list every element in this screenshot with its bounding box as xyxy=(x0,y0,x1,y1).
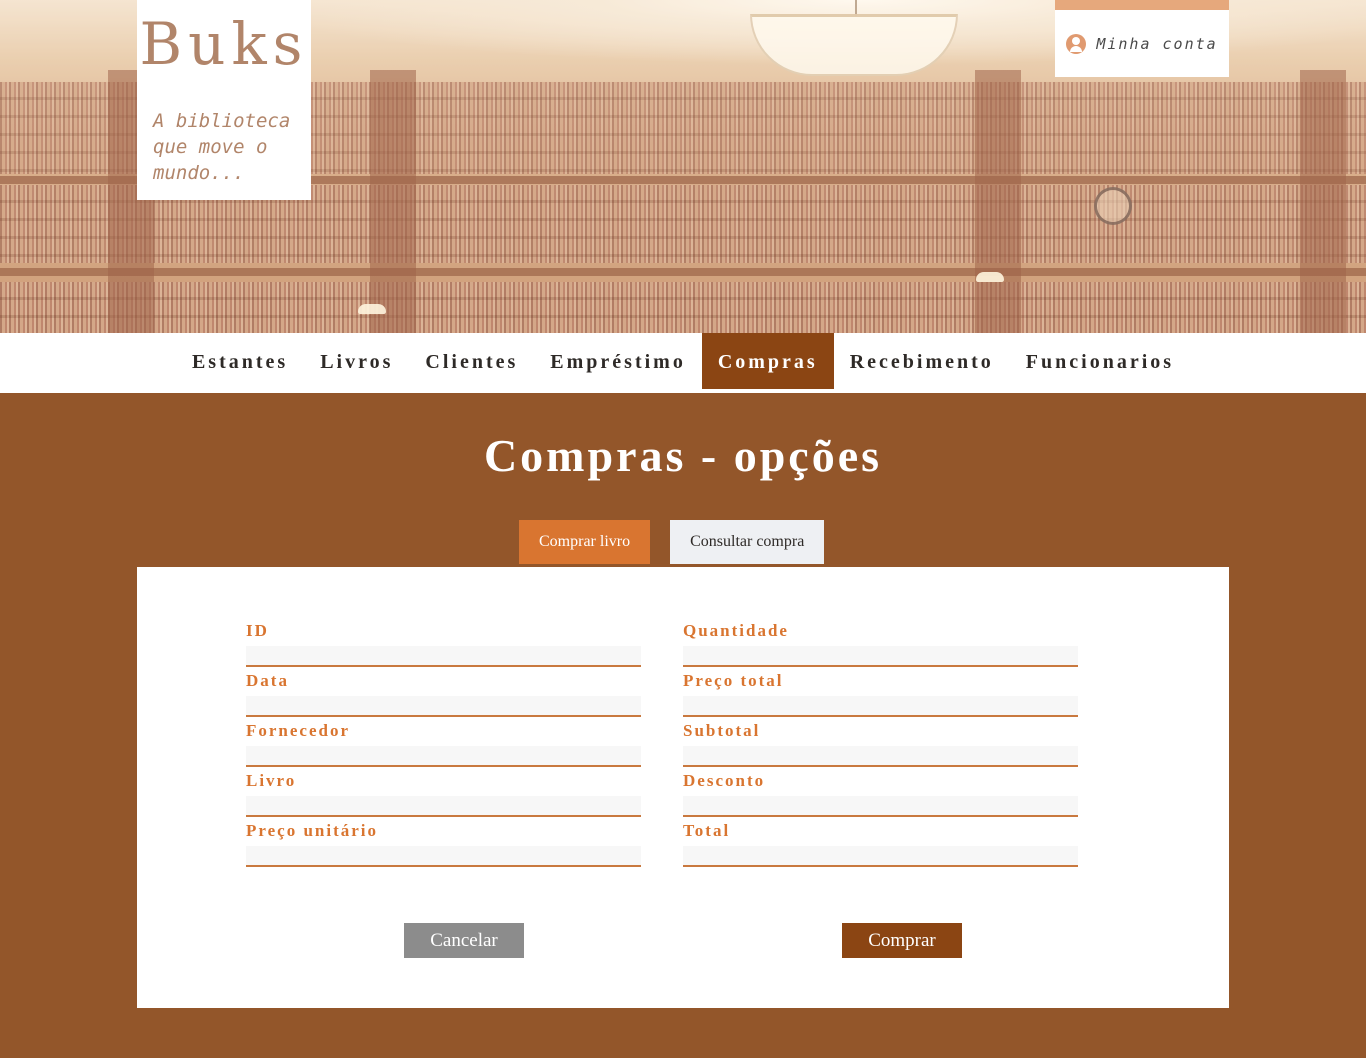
field-preco-unitario: Preço unitário xyxy=(246,821,641,871)
my-account-button[interactable]: Minha conta xyxy=(1055,0,1229,77)
total-input[interactable] xyxy=(683,846,1078,867)
subtotal-input[interactable] xyxy=(683,746,1078,767)
form-column-left: ID Data Fornecedor Livro Preço unitário xyxy=(246,621,641,871)
date-input[interactable] xyxy=(246,696,641,717)
nav-item-emprestimo[interactable]: Empréstimo xyxy=(534,333,702,389)
cancel-button[interactable]: Cancelar xyxy=(404,923,524,958)
field-livro: Livro xyxy=(246,771,641,821)
field-total: Total xyxy=(683,821,1078,871)
brand-tagline: A biblioteca que move o mundo... xyxy=(153,110,291,184)
nav-item-compras[interactable]: Compras xyxy=(701,333,834,389)
field-label-quantidade: Quantidade xyxy=(683,621,789,640)
field-preco-total: Preço total xyxy=(683,671,1078,721)
nav-item-recebimento[interactable]: Recebimento xyxy=(834,333,1010,389)
field-label-subtotal: Subtotal xyxy=(683,721,761,740)
main-nav: Estantes Livros Clientes Empréstimo Comp… xyxy=(0,333,1366,393)
brand-name: Buks xyxy=(139,10,309,78)
supplier-input[interactable] xyxy=(246,746,641,767)
total-price-input[interactable] xyxy=(683,696,1078,717)
book-input[interactable] xyxy=(246,796,641,817)
purchase-form-card: ID Data Fornecedor Livro Preço unitário xyxy=(137,567,1229,1008)
field-label-data: Data xyxy=(246,671,289,690)
purchase-tabs: Comprar livro Consultar compra xyxy=(519,520,825,564)
field-label-id: ID xyxy=(246,621,269,640)
nav-item-funcionarios[interactable]: Funcionarios xyxy=(1010,333,1190,389)
field-data: Data xyxy=(246,671,641,721)
user-circle-icon xyxy=(1066,33,1087,54)
tab-comprar-livro[interactable]: Comprar livro xyxy=(519,520,651,564)
id-input[interactable] xyxy=(246,646,641,667)
field-label-fornecedor: Fornecedor xyxy=(246,721,351,740)
field-label-desconto: Desconto xyxy=(683,771,766,790)
page-title: Compras - opções xyxy=(483,430,883,481)
buy-button[interactable]: Comprar xyxy=(842,923,962,958)
quantity-input[interactable] xyxy=(683,646,1078,667)
form-column-right: Quantidade Preço total Subtotal Desconto… xyxy=(683,621,1078,871)
field-desconto: Desconto xyxy=(683,771,1078,821)
brand-logo-box[interactable]: Buks A biblioteca que move o mundo... xyxy=(137,0,311,200)
field-label-total: Total xyxy=(683,821,731,840)
nav-item-livros[interactable]: Livros xyxy=(304,333,409,389)
nav-item-estantes[interactable]: Estantes xyxy=(176,333,304,389)
field-label-preco-total: Preço total xyxy=(683,671,784,690)
field-fornecedor: Fornecedor xyxy=(246,721,641,771)
tab-consultar-compra[interactable]: Consultar compra xyxy=(670,520,825,564)
field-id: ID xyxy=(246,621,641,671)
field-subtotal: Subtotal xyxy=(683,721,1078,771)
field-label-preco-unitario: Preço unitário xyxy=(246,821,379,840)
hero-banner: Buks A biblioteca que move o mundo... Mi… xyxy=(0,0,1366,333)
my-account-label: Minha conta xyxy=(1096,34,1218,53)
field-quantidade: Quantidade xyxy=(683,621,1078,671)
nav-item-clientes[interactable]: Clientes xyxy=(409,333,534,389)
unit-price-input[interactable] xyxy=(246,846,641,867)
discount-input[interactable] xyxy=(683,796,1078,817)
field-label-livro: Livro xyxy=(246,771,297,790)
main-content: Compras - opções Comprar livro Consultar… xyxy=(0,393,1366,1058)
